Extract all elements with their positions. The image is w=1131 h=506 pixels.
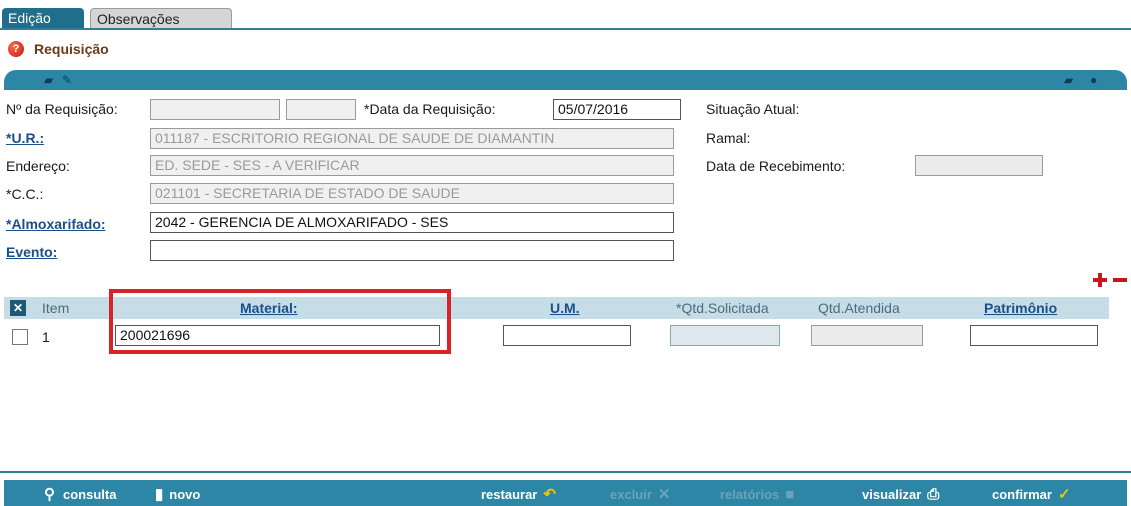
tab-edicao[interactable]: Edição bbox=[2, 8, 84, 28]
add-row-icon[interactable] bbox=[1093, 273, 1107, 287]
situacao-atual-label: Situação Atual: bbox=[706, 101, 800, 117]
tab-observacoes[interactable]: Observações bbox=[90, 8, 232, 28]
almoxarifado-field[interactable]: 2042 - GERENCIA DE ALMOXARIFADO - SES bbox=[150, 212, 674, 233]
cc-field[interactable]: 021101 - SECRETARIA DE ESTADO DE SAUDE bbox=[150, 183, 674, 204]
consulta-button[interactable]: ⚲ consulta bbox=[44, 485, 116, 503]
visualizar-label: visualizar bbox=[862, 486, 922, 502]
qtd-atendida-input[interactable] bbox=[811, 325, 923, 346]
almoxarifado-link[interactable]: *Almoxarifado: bbox=[6, 216, 106, 232]
col-patrimonio-header[interactable]: Patrimônio bbox=[984, 300, 1057, 316]
printer-icon: ⎙ bbox=[927, 485, 940, 503]
confirmar-label: confirmar bbox=[992, 486, 1052, 502]
help-icon[interactable]: ? bbox=[8, 41, 24, 57]
novo-button[interactable]: ▮ novo bbox=[155, 485, 200, 503]
tab-underline bbox=[0, 28, 1131, 30]
form-header-bar: ▰ ✎ ▰ ● bbox=[4, 70, 1127, 90]
undo-arrow-icon: ↶ bbox=[543, 486, 556, 503]
data-recebimento-label: Data de Recebimento: bbox=[706, 158, 846, 174]
restaurar-button[interactable]: restaurar ↶ bbox=[481, 485, 556, 503]
chat-icon: ● bbox=[1090, 73, 1098, 87]
evento-link[interactable]: Evento: bbox=[6, 244, 57, 260]
excluir-label: excluir bbox=[610, 486, 652, 502]
endereco-label: Endereço: bbox=[6, 158, 70, 174]
relatorios-button[interactable]: relatórios ■ bbox=[720, 485, 794, 503]
tab-bar: Edição Observações bbox=[0, 0, 1131, 30]
n-requisicao-field-1[interactable] bbox=[150, 99, 280, 120]
folder-icon: ▰ bbox=[44, 73, 54, 87]
ur-field[interactable]: 011187 - ESCRITORIO REGIONAL DE SAUDE DE… bbox=[150, 128, 674, 149]
ramal-label: Ramal: bbox=[706, 130, 751, 146]
col-qtd-solicitada-header: *Qtd.Solicitada bbox=[676, 300, 769, 316]
restaurar-label: restaurar bbox=[481, 486, 538, 502]
excluir-button[interactable]: excluir ✕ bbox=[610, 485, 671, 503]
page-header: ? Requisição bbox=[8, 38, 109, 60]
patrimonio-input[interactable] bbox=[970, 325, 1098, 346]
um-input[interactable] bbox=[503, 325, 631, 346]
consulta-label: consulta bbox=[63, 486, 117, 502]
n-requisicao-field-2[interactable] bbox=[286, 99, 356, 120]
page-title: Requisição bbox=[34, 41, 109, 57]
highlight-frame bbox=[109, 289, 451, 354]
n-requisicao-label: Nº da Requisição: bbox=[6, 101, 118, 117]
relatorios-label: relatórios bbox=[720, 486, 780, 502]
data-recebimento-field[interactable] bbox=[915, 155, 1043, 176]
magnifier-icon: ⚲ bbox=[44, 486, 55, 503]
endereco-field[interactable]: ED. SEDE - SES - A VERIFICAR bbox=[150, 155, 674, 176]
checkmark-icon: ✓ bbox=[1057, 486, 1071, 503]
row-checkbox[interactable] bbox=[12, 329, 28, 345]
cc-label: *C.C.: bbox=[6, 186, 44, 202]
report-icon: ■ bbox=[785, 485, 795, 503]
new-document-icon: ▮ bbox=[155, 486, 164, 503]
col-um-header[interactable]: U.M. bbox=[550, 300, 580, 316]
visualizar-button[interactable]: visualizar ⎙ bbox=[862, 485, 939, 503]
select-all-checkbox[interactable]: ✕ bbox=[10, 300, 26, 316]
data-requisicao-field[interactable]: 05/07/2016 bbox=[553, 99, 681, 120]
pin-icon: ✎ bbox=[62, 73, 73, 87]
inbox-icon: ▰ bbox=[1064, 73, 1074, 87]
col-qtd-atendida-header: Qtd.Atendida bbox=[818, 300, 900, 316]
ur-link[interactable]: *U.R.: bbox=[6, 130, 44, 146]
data-requisicao-label: *Data da Requisição: bbox=[364, 101, 496, 117]
delete-x-icon: ✕ bbox=[657, 486, 671, 503]
confirmar-button[interactable]: confirmar ✓ bbox=[992, 485, 1071, 503]
col-item-header: Item bbox=[42, 300, 70, 316]
bottom-divider bbox=[0, 471, 1131, 473]
novo-label: novo bbox=[169, 486, 201, 502]
qtd-solicitada-input[interactable] bbox=[670, 325, 780, 346]
remove-row-icon[interactable] bbox=[1113, 278, 1127, 282]
row-item-number: 1 bbox=[42, 329, 50, 345]
evento-field[interactable] bbox=[150, 240, 674, 261]
